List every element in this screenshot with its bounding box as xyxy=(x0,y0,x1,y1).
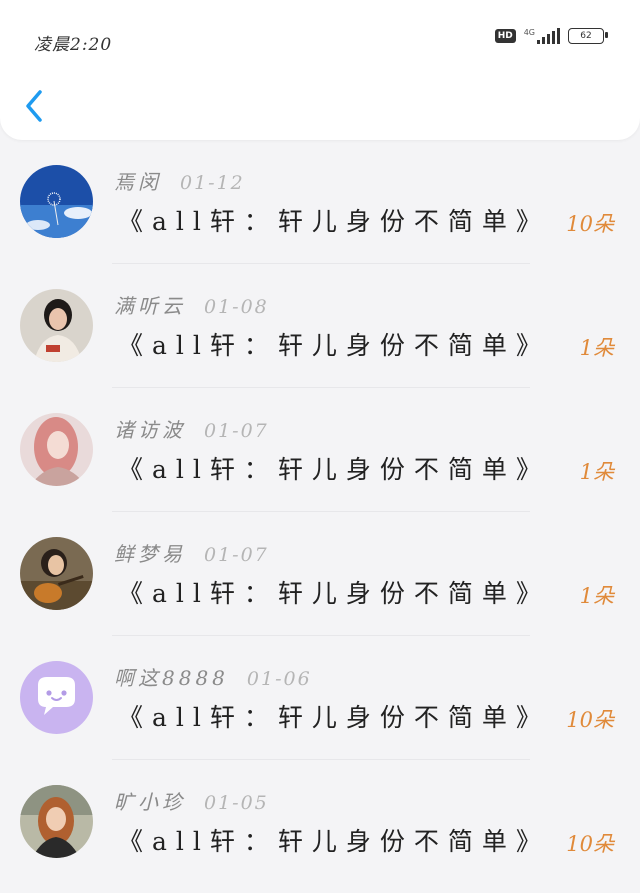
list-item[interactable]: 鲜梦易 01-07 《all轩：轩儿身份不简单》 1朵 xyxy=(0,512,640,636)
avatar[interactable] xyxy=(20,537,93,610)
back-button[interactable] xyxy=(22,88,52,124)
flower-count: 1朵 xyxy=(579,336,614,360)
flower-count: 1朵 xyxy=(579,584,614,608)
user-name[interactable]: 鲜梦易 xyxy=(114,538,186,567)
girl-photo-avatar-icon xyxy=(20,289,93,362)
book-title[interactable]: 《all轩：轩儿身份不简单》 xyxy=(118,450,550,486)
date: 01-08 xyxy=(204,296,269,318)
date: 01-07 xyxy=(204,420,269,442)
avatar[interactable] xyxy=(20,289,93,362)
avatar[interactable] xyxy=(20,785,93,858)
signal-icon xyxy=(537,28,560,44)
user-name[interactable]: 旷小珍 xyxy=(114,786,186,815)
list-item[interactable]: 满听云 01-08 《all轩：轩儿身份不简单》 1朵 xyxy=(0,264,640,388)
status-time: 凌晨2:20 xyxy=(34,35,113,55)
list-item[interactable]: 啊这8888 01-06 《all轩：轩儿身份不简单》 10朵 xyxy=(0,636,640,760)
avatar[interactable] xyxy=(20,413,93,486)
list-item[interactable]: 旷小珍 01-05 《all轩：轩儿身份不简单》 10朵 xyxy=(0,760,640,884)
pink-hair-avatar-icon xyxy=(20,413,93,486)
user-name[interactable]: 诸访波 xyxy=(114,414,186,443)
flower-count: 10朵 xyxy=(566,708,614,732)
flower-count: 1朵 xyxy=(579,460,614,484)
chevron-left-icon xyxy=(26,90,42,122)
book-title[interactable]: 《all轩：轩儿身份不简单》 xyxy=(118,326,550,362)
avatar[interactable] xyxy=(20,165,93,238)
date: 01-12 xyxy=(180,172,245,194)
hd-icon: HD xyxy=(494,29,516,43)
guitar-girl-avatar-icon xyxy=(20,537,93,610)
flower-count: 10朵 xyxy=(566,832,614,856)
book-title[interactable]: 《all轩：轩儿身份不简单》 xyxy=(118,574,550,610)
user-name[interactable]: 啊这8888 xyxy=(114,662,229,691)
book-title[interactable]: 《all轩：轩儿身份不简单》 xyxy=(118,822,550,858)
dandelion-sky-avatar-icon xyxy=(20,165,93,238)
status-icons: HD 4G 62 xyxy=(494,27,608,44)
redhead-girl-avatar-icon xyxy=(20,785,93,858)
user-name[interactable]: 焉闵 xyxy=(114,166,162,195)
battery-level: 62 xyxy=(580,31,592,41)
book-title[interactable]: 《all轩：轩儿身份不简单》 xyxy=(118,202,550,238)
user-name[interactable]: 满听云 xyxy=(114,290,186,319)
list-item[interactable]: 焉闵 01-12 《all轩：轩儿身份不简单》 10朵 xyxy=(0,140,640,264)
flower-count: 10朵 xyxy=(566,212,614,236)
network-type: 4G xyxy=(523,27,535,37)
header: 凌晨2:20 HD 4G 62 xyxy=(0,0,640,140)
date: 01-07 xyxy=(204,544,269,566)
list-item[interactable]: 诸访波 01-07 《all轩：轩儿身份不简单》 1朵 xyxy=(0,388,640,512)
date: 01-05 xyxy=(204,792,269,814)
book-title[interactable]: 《all轩：轩儿身份不简单》 xyxy=(118,698,550,734)
date: 01-06 xyxy=(246,668,312,690)
battery-icon: 62 xyxy=(568,28,608,44)
avatar[interactable] xyxy=(20,661,93,734)
default-chat-avatar-icon xyxy=(20,661,93,734)
